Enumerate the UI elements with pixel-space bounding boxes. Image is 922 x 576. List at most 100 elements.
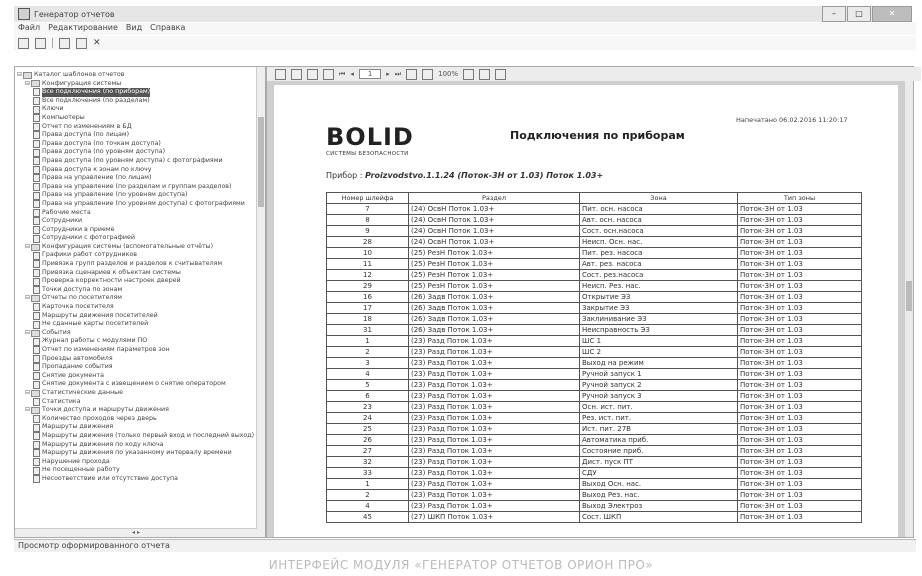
tree-folder[interactable]: ⊟ Точки доступа и маршруты движения xyxy=(17,406,265,415)
tree-item[interactable]: Права на управление (по лицам) xyxy=(17,174,265,183)
app-icon xyxy=(18,8,30,20)
new-report-icon[interactable] xyxy=(18,37,29,49)
find-icon[interactable] xyxy=(479,68,491,80)
tree-item[interactable]: Отчет по изменениям параметров зон xyxy=(17,346,265,355)
menu-file[interactable]: Файл xyxy=(18,23,40,35)
tree-item[interactable]: Права доступа к зонам по ключу xyxy=(17,166,265,175)
tree-item[interactable]: Все подключения (по разделам) xyxy=(17,97,265,106)
menu-help[interactable]: Справка xyxy=(150,23,185,35)
tree-item[interactable]: Пропадание события xyxy=(17,363,265,372)
tree-item[interactable]: Не сданные карты посетителей xyxy=(17,320,265,329)
tree-item[interactable]: Проезды автомобиля xyxy=(17,355,265,364)
report-icon xyxy=(33,372,40,381)
tree-item[interactable]: Маршруты движения xyxy=(17,423,265,432)
zoom-icon[interactable] xyxy=(422,68,434,80)
tree-item[interactable]: Количество проходов через дверь xyxy=(17,415,265,424)
tree-item[interactable]: Графики работ сотрудников xyxy=(17,251,265,260)
tree-item[interactable]: Статистика xyxy=(17,398,265,407)
table-cell: Ручной запуск 3 xyxy=(579,390,738,402)
thumbnails-icon[interactable] xyxy=(495,68,507,80)
tree-item-label: Права на управление (по уровням доступа)… xyxy=(42,199,245,207)
maximize-button[interactable]: □ xyxy=(847,6,871,22)
tree-item[interactable]: Отчет по изменениям в БД xyxy=(17,123,265,132)
delete-icon[interactable]: ✕ xyxy=(93,38,101,48)
edit-icon[interactable] xyxy=(76,37,87,49)
table-cell: 10 xyxy=(326,247,409,259)
tree-item[interactable]: Ключи xyxy=(17,105,265,114)
viewer-scroll-thumb[interactable] xyxy=(906,281,912,311)
tree-item[interactable]: Несоответствие или отсутствие доступа xyxy=(17,475,265,484)
tree-item[interactable]: Права на управление (по уровням доступа) xyxy=(17,191,265,200)
tree-item[interactable]: Рабочие места xyxy=(17,209,265,218)
tree-item[interactable]: Маршруты движения (только первый вход и … xyxy=(17,432,265,441)
table-cell: (24) ОсвН Поток 1.03+ xyxy=(408,236,580,248)
table-cell: Поток-3Н от 1.03 xyxy=(737,489,862,501)
tree-item[interactable]: Маршруты движения посетителей xyxy=(17,312,265,321)
prev-page-icon[interactable]: ◂ xyxy=(350,70,354,78)
first-page-icon[interactable]: ⏮ xyxy=(339,70,345,79)
tree-folder[interactable]: ⊟ Конфигурация системы xyxy=(17,80,265,89)
tree-item[interactable]: Снятие документа с извещением о снятие о… xyxy=(17,380,265,389)
page-setup-icon[interactable] xyxy=(323,68,334,80)
report-icon xyxy=(33,397,40,406)
report-icon xyxy=(33,174,40,183)
next-page-icon[interactable]: ▸ xyxy=(386,70,390,78)
tree-item[interactable]: Права доступа (по лицам) xyxy=(17,131,265,140)
tree-item[interactable]: Маршруты движения по коду ключа xyxy=(17,441,265,450)
tree-item-label: Маршруты движения по указанному интервал… xyxy=(42,449,232,457)
tree-item[interactable]: Права доступа (по уровням доступа) с фот… xyxy=(17,157,265,166)
tree-folder[interactable]: ⊟ Статистические данные xyxy=(17,389,265,398)
tree-item[interactable]: Сотрудники xyxy=(17,217,265,226)
menu-edit[interactable]: Редактирование xyxy=(48,23,118,35)
tree-folder[interactable]: ⊟ Отчеты по посетителям xyxy=(17,294,265,303)
tree-item[interactable]: Привязка групп разделов и разделов к счи… xyxy=(17,260,265,269)
export-icon[interactable] xyxy=(307,68,318,80)
tree-folder[interactable]: ⊟ Каталог шаблонов отчетов xyxy=(17,71,265,80)
tree-item[interactable]: Не посещенные работу xyxy=(17,466,265,475)
table-cell: Ручной запуск 1 xyxy=(579,368,738,380)
tree-item[interactable]: Проверка корректности настроек дверей xyxy=(17,277,265,286)
table-cell: 29 xyxy=(326,280,409,292)
page-number-field[interactable]: 1 xyxy=(358,69,382,79)
table-cell: 6 xyxy=(326,390,409,402)
report-icon xyxy=(33,458,40,467)
tree-item[interactable]: Права на управление (по уровням доступа)… xyxy=(17,200,265,209)
menu-view[interactable]: Вид xyxy=(126,23,142,35)
open-icon[interactable] xyxy=(35,37,46,49)
table-cell: (23) Разд Поток 1.03+ xyxy=(408,412,580,424)
tree-item[interactable]: Права доступа (по точкам доступа) xyxy=(17,140,265,149)
scroll-thumb[interactable] xyxy=(258,117,264,207)
tree-item[interactable]: Журнал работы с модулями ПО xyxy=(17,337,265,346)
tree-item-label: Статистика xyxy=(42,397,81,405)
tree-item[interactable]: Карточка посетителя xyxy=(17,303,265,312)
zoom-value[interactable]: 100% xyxy=(438,70,458,78)
last-page-icon[interactable]: ⏭ xyxy=(395,70,401,79)
tree-vertical-scrollbar[interactable] xyxy=(256,67,265,537)
toolbar-separator xyxy=(52,38,53,48)
tree-item[interactable]: Сотрудники в приеме xyxy=(17,226,265,235)
tree-item[interactable]: Маршруты движения по указанному интервал… xyxy=(17,449,265,458)
report-icon xyxy=(33,432,40,441)
minimize-button[interactable]: – xyxy=(822,6,846,22)
table-cell: 5 xyxy=(326,379,409,391)
tree-item[interactable]: Привязка сценариев к объектам системы xyxy=(17,269,265,278)
tree-item[interactable]: Все подключения (по приборам) xyxy=(17,88,265,97)
print-icon[interactable] xyxy=(275,68,286,80)
tree-item[interactable]: Компьютеры xyxy=(17,114,265,123)
tree-horizontal-scrollbar[interactable]: ◂ ▸ xyxy=(15,528,257,537)
viewer-vertical-scrollbar[interactable] xyxy=(904,81,913,537)
report-icon xyxy=(33,380,40,389)
tree-item[interactable]: Права доступа (по уровням доступа) xyxy=(17,148,265,157)
tree-item[interactable]: Сотрудники с фотографией xyxy=(17,234,265,243)
folder-icon xyxy=(31,329,40,337)
layout-icon[interactable] xyxy=(406,68,418,80)
tree-item[interactable]: Снятие документа xyxy=(17,372,265,381)
table-cell: Неисправность ЭЗ xyxy=(579,324,738,336)
tree-item[interactable]: Права на управление (по разделам и групп… xyxy=(17,183,265,192)
table-cell: Сост. рез.насоса xyxy=(579,269,738,281)
copy-icon[interactable] xyxy=(59,37,70,49)
tree-item[interactable]: Точки доступа по зонам xyxy=(17,286,265,295)
save-icon[interactable] xyxy=(291,68,302,80)
close-button[interactable]: ✕ xyxy=(872,6,912,22)
zoom-select-icon[interactable] xyxy=(463,68,475,80)
